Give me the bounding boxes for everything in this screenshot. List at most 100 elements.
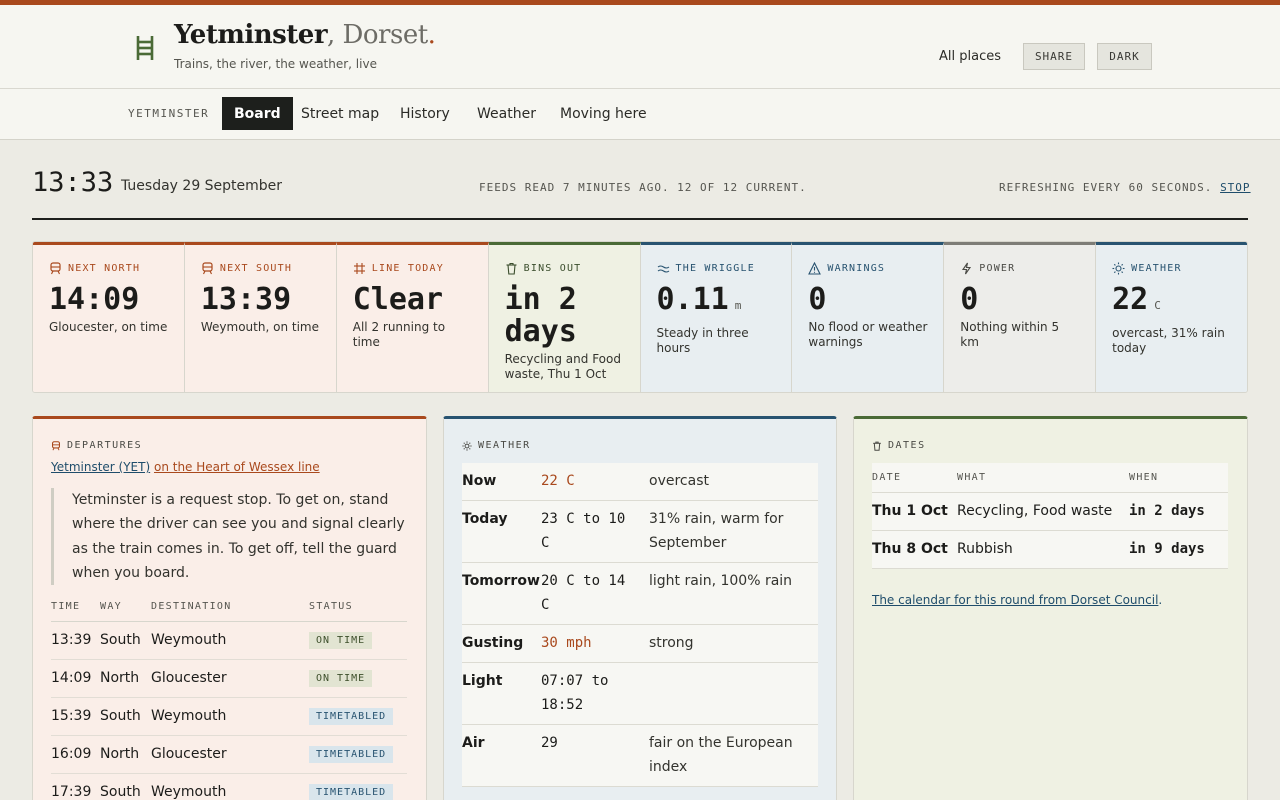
tile-sub: overcast, 31% rain today [1112, 326, 1225, 355]
col-time: TIME [51, 592, 100, 622]
weather-key: Today [462, 500, 541, 563]
weather-key: Air [462, 724, 541, 787]
site-tagline: Trains, the river, the weather, live [174, 57, 377, 71]
tile-value: 14:09 [49, 282, 140, 317]
tile-next-north[interactable]: NEXT NORTH 14:09 Gloucester, on time [33, 242, 185, 392]
bin-icon [506, 262, 517, 275]
tile-label: POWER [979, 262, 1016, 274]
weather-value: 29 [541, 724, 649, 787]
summary-tiles: NEXT NORTH 14:09 Gloucester, on time NEX… [32, 241, 1248, 393]
nav-place-label: YETMINSTER [128, 107, 210, 120]
dates-heading: DATES [872, 440, 926, 451]
status-badge: TIMETABLED [309, 784, 394, 800]
date-row: Thu 8 Oct Rubbish in 9 days [872, 530, 1228, 569]
current-time: 13:33 [32, 167, 114, 198]
weather-row: Tomorrow 20 C to 14 Clight rain, 100% rai… [462, 562, 818, 625]
tile-value: 13:39 [200, 282, 292, 317]
tile-label: NEXT SOUTH [219, 262, 293, 274]
council-calendar: The calendar for this round from Dorset … [872, 593, 1163, 607]
all-places-link[interactable]: All places [939, 49, 1001, 64]
departure-row: 13:39 South Weymouth ON TIME [51, 621, 407, 660]
council-calendar-link[interactable]: The calendar for this round from Dorset … [872, 593, 1158, 607]
site-title[interactable]: Yetminster, Dorset. [174, 20, 436, 50]
weather-table: Now 22 Covercast Today 23 C to 10 C 31% rain… [462, 463, 818, 787]
tile-next-south[interactable]: NEXT SOUTH 13:39 Weymouth, on time [184, 242, 337, 392]
stop-refresh-link[interactable]: STOP [1220, 181, 1251, 194]
col-when: WHEN [1129, 463, 1228, 493]
tab-weather[interactable]: Weather [465, 97, 548, 130]
departure-time: 15:39 [51, 697, 100, 736]
weather-row: Light 07:07 to 18:52 [462, 662, 818, 725]
col-destination: DESTINATION [151, 592, 309, 622]
tile-value: 22 C [1112, 282, 1161, 317]
tracks-icon [353, 262, 365, 274]
departure-way: North [100, 735, 151, 774]
tab-moving-here[interactable]: Moving here [548, 97, 659, 130]
tab-history[interactable]: History [388, 97, 462, 130]
departure-destination: Gloucester [151, 659, 309, 698]
departure-destination: Weymouth [151, 621, 309, 660]
col-date: DATE [872, 463, 957, 493]
departure-way: South [100, 621, 151, 660]
departures-panel: DEPARTURES Yetminster (YET) on the Heart… [32, 416, 427, 800]
weather-description: fair on the European index [649, 724, 818, 787]
departures-heading: DEPARTURES [51, 440, 142, 451]
departure-status-cell: ON TIME [309, 659, 407, 698]
train-icon [202, 261, 213, 274]
warning-icon [808, 261, 822, 275]
bolt-icon [962, 262, 972, 274]
tile-bins-out[interactable]: BINS OUT in 2 days Recycling and Food wa… [488, 242, 641, 392]
bin-icon [873, 441, 881, 451]
tile-sub: All 2 running to time [352, 320, 446, 349]
departure-time: 13:39 [51, 621, 100, 660]
departure-destination: Weymouth [151, 697, 309, 736]
departure-way: North [100, 659, 151, 698]
weather-heading: WEATHER [462, 440, 531, 451]
departure-status-cell: ON TIME [309, 621, 407, 660]
weather-value: 30 mph [541, 624, 649, 663]
dark-mode-button[interactable]: DARK [1097, 43, 1152, 70]
col-status: STATUS [309, 592, 407, 622]
departure-row: 16:09 North Gloucester TIMETABLED [51, 735, 407, 774]
tile-power[interactable]: POWER 0 Nothing within 5 km [944, 242, 1097, 392]
tile-sub: Steady in three hours [656, 326, 749, 355]
weather-value: 20 C to 14 C [541, 562, 649, 625]
tile-sub: Nothing within 5 km [960, 320, 1060, 349]
station-info: Yetminster (YET) on the Heart of Wessex … [51, 460, 320, 474]
dates-table: DATE WHAT WHEN Thu 1 Oct Recycling, Food … [872, 463, 1228, 569]
col-what: WHAT [957, 463, 1129, 493]
tile-label: LINE TODAY [371, 262, 444, 274]
what-cell: Recycling, Food waste [957, 492, 1129, 531]
tile-sub: Gloucester, on time [49, 320, 168, 334]
site-header: Yetminster, Dorset. Trains, the river, t… [0, 5, 1280, 89]
col-way: WAY [100, 592, 151, 622]
tile-value: 0 [960, 282, 979, 317]
tile-value: 0.11 m [656, 282, 742, 317]
weather-description: light rain, 100% rain [649, 562, 818, 625]
date-cell: Thu 8 Oct [872, 530, 957, 569]
sun-icon [1112, 262, 1125, 274]
main-nav: YETMINSTER Board Street map History Weat… [0, 89, 1280, 140]
weather-key: Gusting [462, 624, 541, 663]
tile-label: WEATHER [1131, 262, 1182, 274]
tile-weather[interactable]: WEATHER 22 C overcast, 31% rain today [1096, 242, 1247, 392]
tile-sub: Weymouth, on time [200, 320, 319, 334]
share-button[interactable]: SHARE [1023, 43, 1085, 70]
departure-row: 17:39 South Weymouth TIMETABLED [51, 773, 407, 800]
status-badge: ON TIME [309, 670, 373, 687]
weather-row: Gusting 30 mph strong [462, 624, 818, 663]
departure-row: 15:39 South Weymouth TIMETABLED [51, 697, 407, 736]
tile-warnings[interactable]: WARNINGS 0 No flood or weather warnings [792, 242, 945, 392]
departure-time: 14:09 [51, 659, 100, 698]
tile-label: THE WRIGGLE [675, 262, 755, 274]
station-link[interactable]: Yetminster (YET) [51, 460, 150, 474]
tile-the-wriggle[interactable]: THE WRIGGLE 0.11 m Steady in three hours [640, 242, 793, 392]
tab-board[interactable]: Board [222, 97, 293, 130]
line-link[interactable]: on the Heart of Wessex line [154, 460, 320, 474]
tile-sub: No flood or weather warnings [808, 320, 928, 349]
tab-street-map[interactable]: Street map [289, 97, 391, 130]
tile-line-today[interactable]: LINE TODAY Clear All 2 running to time [336, 242, 489, 392]
date-row: Thu 1 Oct Recycling, Food waste in 2 days [872, 492, 1228, 531]
departure-status-cell: TIMETABLED [309, 773, 407, 800]
tile-label: NEXT NORTH [68, 262, 141, 274]
